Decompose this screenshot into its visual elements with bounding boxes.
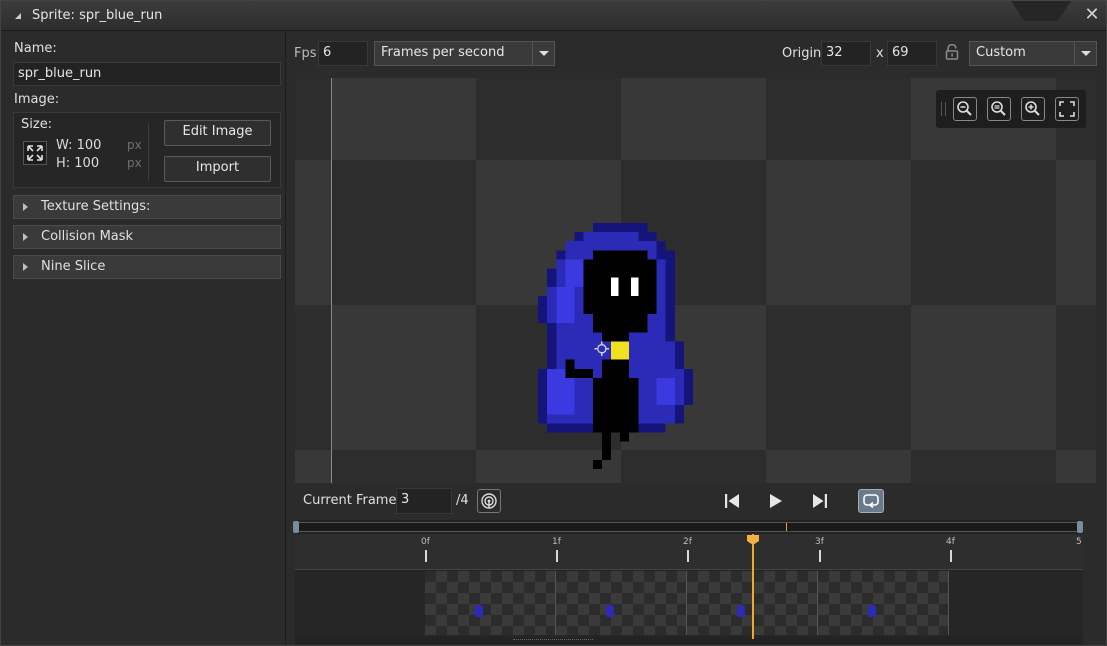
tick-mark [687, 550, 689, 562]
speed-mode-value: Frames per second [381, 45, 505, 60]
timeline-vertical-scrollbar[interactable] [1084, 562, 1092, 645]
timeline-ruler[interactable]: 0f 1f 2f 3f 4f 5 [295, 534, 1083, 570]
playhead[interactable] [752, 534, 754, 639]
zoom-toolbar [936, 90, 1086, 128]
name-label: Name: [14, 41, 57, 56]
lock-icon[interactable] [945, 44, 959, 60]
tick-label: 2f [683, 537, 692, 547]
origin-mode-value: Custom [976, 45, 1026, 60]
tick-label: 5 [1076, 537, 1082, 547]
title-bar: Sprite: spr_blue_run ✕ [1, 1, 1106, 31]
origin-mode-dropdown[interactable]: Custom [969, 41, 1097, 66]
expand-arrow-icon [23, 203, 28, 211]
divider [148, 123, 149, 181]
fps-input[interactable]: 6 [318, 41, 368, 66]
title-notch [1011, 1, 1071, 21]
frame-sprite-thumb [868, 605, 876, 617]
scrollbar-handle-left[interactable] [293, 521, 299, 533]
speed-mode-dropdown[interactable]: Frames per second [374, 41, 555, 66]
height-value: H: 100 [56, 156, 100, 171]
close-icon[interactable]: ✕ [1084, 6, 1100, 24]
image-label: Image: [14, 92, 60, 107]
current-frame-label: Current Frame: [303, 493, 401, 508]
tick-mark [425, 550, 427, 562]
timeline[interactable]: 0f 1f 2f 3f 4f 5 [293, 520, 1083, 645]
sprite-name-input[interactable]: spr_blue_run [13, 62, 281, 86]
sprite-editor-window: Sprite: spr_blue_run ✕ Name: spr_blue_ru… [0, 0, 1107, 646]
origin-y-input[interactable]: 69 [887, 41, 937, 66]
edit-image-button[interactable]: Edit Image [164, 120, 271, 146]
tick-mark [819, 550, 821, 562]
timeline-scrollbar[interactable] [293, 521, 1083, 533]
fullscreen-icon[interactable] [1055, 97, 1079, 121]
section-collision-mask[interactable]: Collision Mask [13, 225, 281, 249]
zoom-in-icon[interactable] [1021, 97, 1045, 121]
origin-separator: x [876, 46, 884, 61]
width-unit: px [127, 138, 142, 152]
transparency-checkerboard [295, 78, 1096, 483]
frame-thumbnail[interactable] [818, 571, 949, 635]
tick-label: 1f [552, 537, 561, 547]
size-label: Size: [21, 117, 53, 132]
origin-x-input[interactable]: 32 [821, 41, 871, 66]
section-nine-slice[interactable]: Nine Slice [13, 255, 281, 279]
play-icon[interactable] [763, 489, 787, 513]
canvas-boundary-line [331, 78, 332, 483]
total-frames: /4 [456, 493, 469, 508]
frame-sprite-thumb [475, 605, 483, 617]
zoom-reset-icon[interactable] [987, 97, 1011, 121]
tick-label: 3f [815, 537, 824, 547]
frames-track [295, 571, 1083, 637]
sprite-frame-image [538, 223, 693, 469]
tick-label: 4f [946, 537, 955, 547]
window-title: Sprite: spr_blue_run [32, 8, 163, 23]
frame-thumbnail[interactable] [425, 571, 556, 635]
section-label: Nine Slice [41, 259, 106, 274]
grip-handle-icon[interactable] [941, 102, 946, 116]
scrollbar-handle-right[interactable] [1077, 521, 1083, 533]
chevron-down-icon [1074, 42, 1096, 65]
resize-icon[interactable] [23, 141, 47, 165]
import-button[interactable]: Import [164, 156, 271, 182]
section-texture-settings[interactable]: Texture Settings: [13, 195, 281, 219]
frame-thumbnail[interactable] [556, 571, 687, 635]
expand-arrow-icon [23, 233, 28, 241]
expand-arrow-icon [23, 263, 28, 271]
current-frame-input[interactable]: 3 [396, 488, 452, 514]
tick-mark [556, 550, 558, 562]
sprite-canvas[interactable] [295, 78, 1096, 483]
skip-back-icon[interactable] [720, 489, 744, 513]
properties-panel: Name: spr_blue_run Image: Size: W: 100 H… [2, 32, 286, 645]
zoom-out-icon[interactable] [953, 97, 977, 121]
image-group: Size: W: 100 H: 100 px px Edit Image Imp… [13, 112, 281, 188]
playback-controls: Current Frame: 3 /4 [288, 487, 1103, 517]
skip-forward-icon[interactable] [808, 489, 832, 513]
tick-label: 0f [421, 537, 430, 547]
frame-sprite-thumb [606, 605, 614, 617]
tick-mark [950, 550, 952, 562]
width-value: W: 100 [56, 138, 102, 153]
frame-sprite-thumb [737, 605, 745, 617]
collapse-triangle-icon[interactable] [15, 13, 21, 19]
scrollbar-playhead-marker [786, 523, 787, 531]
resize-grip[interactable] [513, 639, 593, 643]
sprite-preview-panel: Fps 6 Frames per second Origin 32 x 69 C… [288, 32, 1103, 645]
section-label: Texture Settings: [41, 199, 151, 214]
onion-skin-icon[interactable] [477, 489, 501, 513]
section-label: Collision Mask [41, 229, 134, 244]
origin-label: Origin [782, 46, 822, 61]
chevron-down-icon [532, 42, 554, 65]
height-unit: px [127, 156, 142, 170]
loop-icon[interactable] [858, 489, 884, 513]
fps-label: Fps [294, 46, 317, 61]
